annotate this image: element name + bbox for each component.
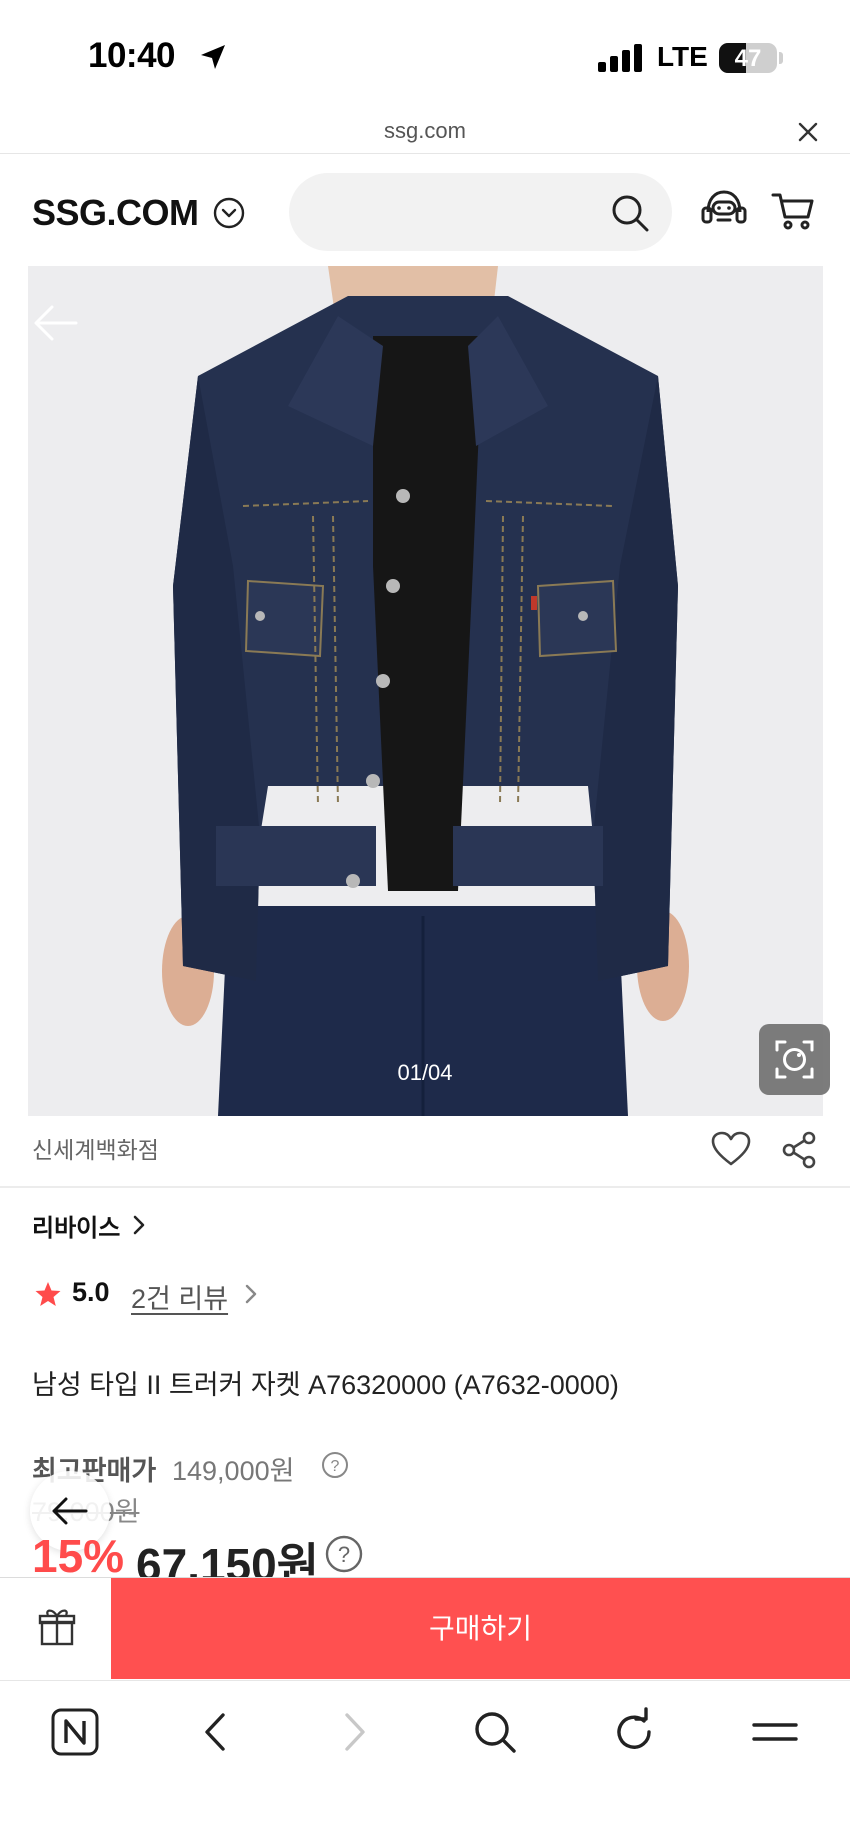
search-icon[interactable] [610, 193, 650, 233]
url-text[interactable]: ssg.com [0, 118, 850, 144]
back-arrow-icon[interactable] [32, 304, 78, 342]
cart-icon[interactable] [771, 191, 815, 231]
close-icon[interactable] [797, 121, 819, 143]
site-header: SSG.COM [0, 155, 850, 265]
help-icon[interactable]: ? [321, 1451, 349, 1479]
site-logo[interactable]: SSG.COM [32, 192, 199, 234]
buy-button[interactable]: 구매하기 [111, 1578, 850, 1679]
share-icon[interactable] [781, 1131, 817, 1169]
chevron-down-circle-icon[interactable] [212, 196, 246, 230]
divider [0, 1186, 850, 1188]
chevron-right-icon[interactable] [132, 1214, 146, 1236]
battery-percent: 47 [734, 45, 762, 72]
review-link[interactable]: 2건 리뷰 [131, 1277, 228, 1316]
discount-rate: 15% [32, 1530, 125, 1582]
status-time: 10:40 [88, 36, 176, 75]
image-counter: 01/04 [397, 1060, 453, 1085]
gift-icon [38, 1609, 76, 1646]
product-image[interactable] [28, 266, 823, 1116]
location-arrow-icon [198, 42, 228, 72]
forward-icon[interactable] [337, 1707, 373, 1757]
store-name[interactable]: 신세계백화점 [32, 1131, 159, 1165]
menu-icon[interactable] [750, 1707, 800, 1757]
url-bar[interactable]: ssg.com [0, 110, 850, 154]
svg-text:?: ? [338, 1542, 350, 1567]
svg-text:?: ? [331, 1458, 340, 1475]
rating-value: 5.0 [72, 1277, 110, 1307]
signal-bars-icon [598, 44, 644, 72]
naver-n-icon[interactable] [50, 1707, 100, 1757]
product-title: 남성 타입 II 트러커 자켓 A76320000 (A7632-0000) [32, 1370, 619, 1400]
chevron-right-icon[interactable] [244, 1283, 258, 1305]
search-input[interactable] [289, 173, 672, 251]
heart-icon[interactable] [711, 1131, 751, 1167]
brand-link[interactable]: 리바이스 [32, 1208, 120, 1243]
purchase-bar: 구매하기 [0, 1577, 850, 1679]
gift-button[interactable] [0, 1578, 111, 1679]
battery-icon: 47 [719, 43, 777, 73]
battery-tip [779, 52, 783, 64]
help-icon[interactable]: ? [325, 1535, 363, 1573]
max-price: 149,000원 [172, 1456, 295, 1486]
star-icon [34, 1280, 62, 1308]
reload-icon[interactable] [612, 1707, 658, 1757]
search-icon[interactable] [472, 1707, 518, 1757]
back-icon[interactable] [197, 1707, 233, 1757]
customer-service-icon[interactable] [700, 188, 748, 232]
network-type: LTE [657, 41, 708, 72]
lens-search-icon[interactable] [759, 1024, 830, 1095]
browser-toolbar [0, 1680, 850, 1842]
